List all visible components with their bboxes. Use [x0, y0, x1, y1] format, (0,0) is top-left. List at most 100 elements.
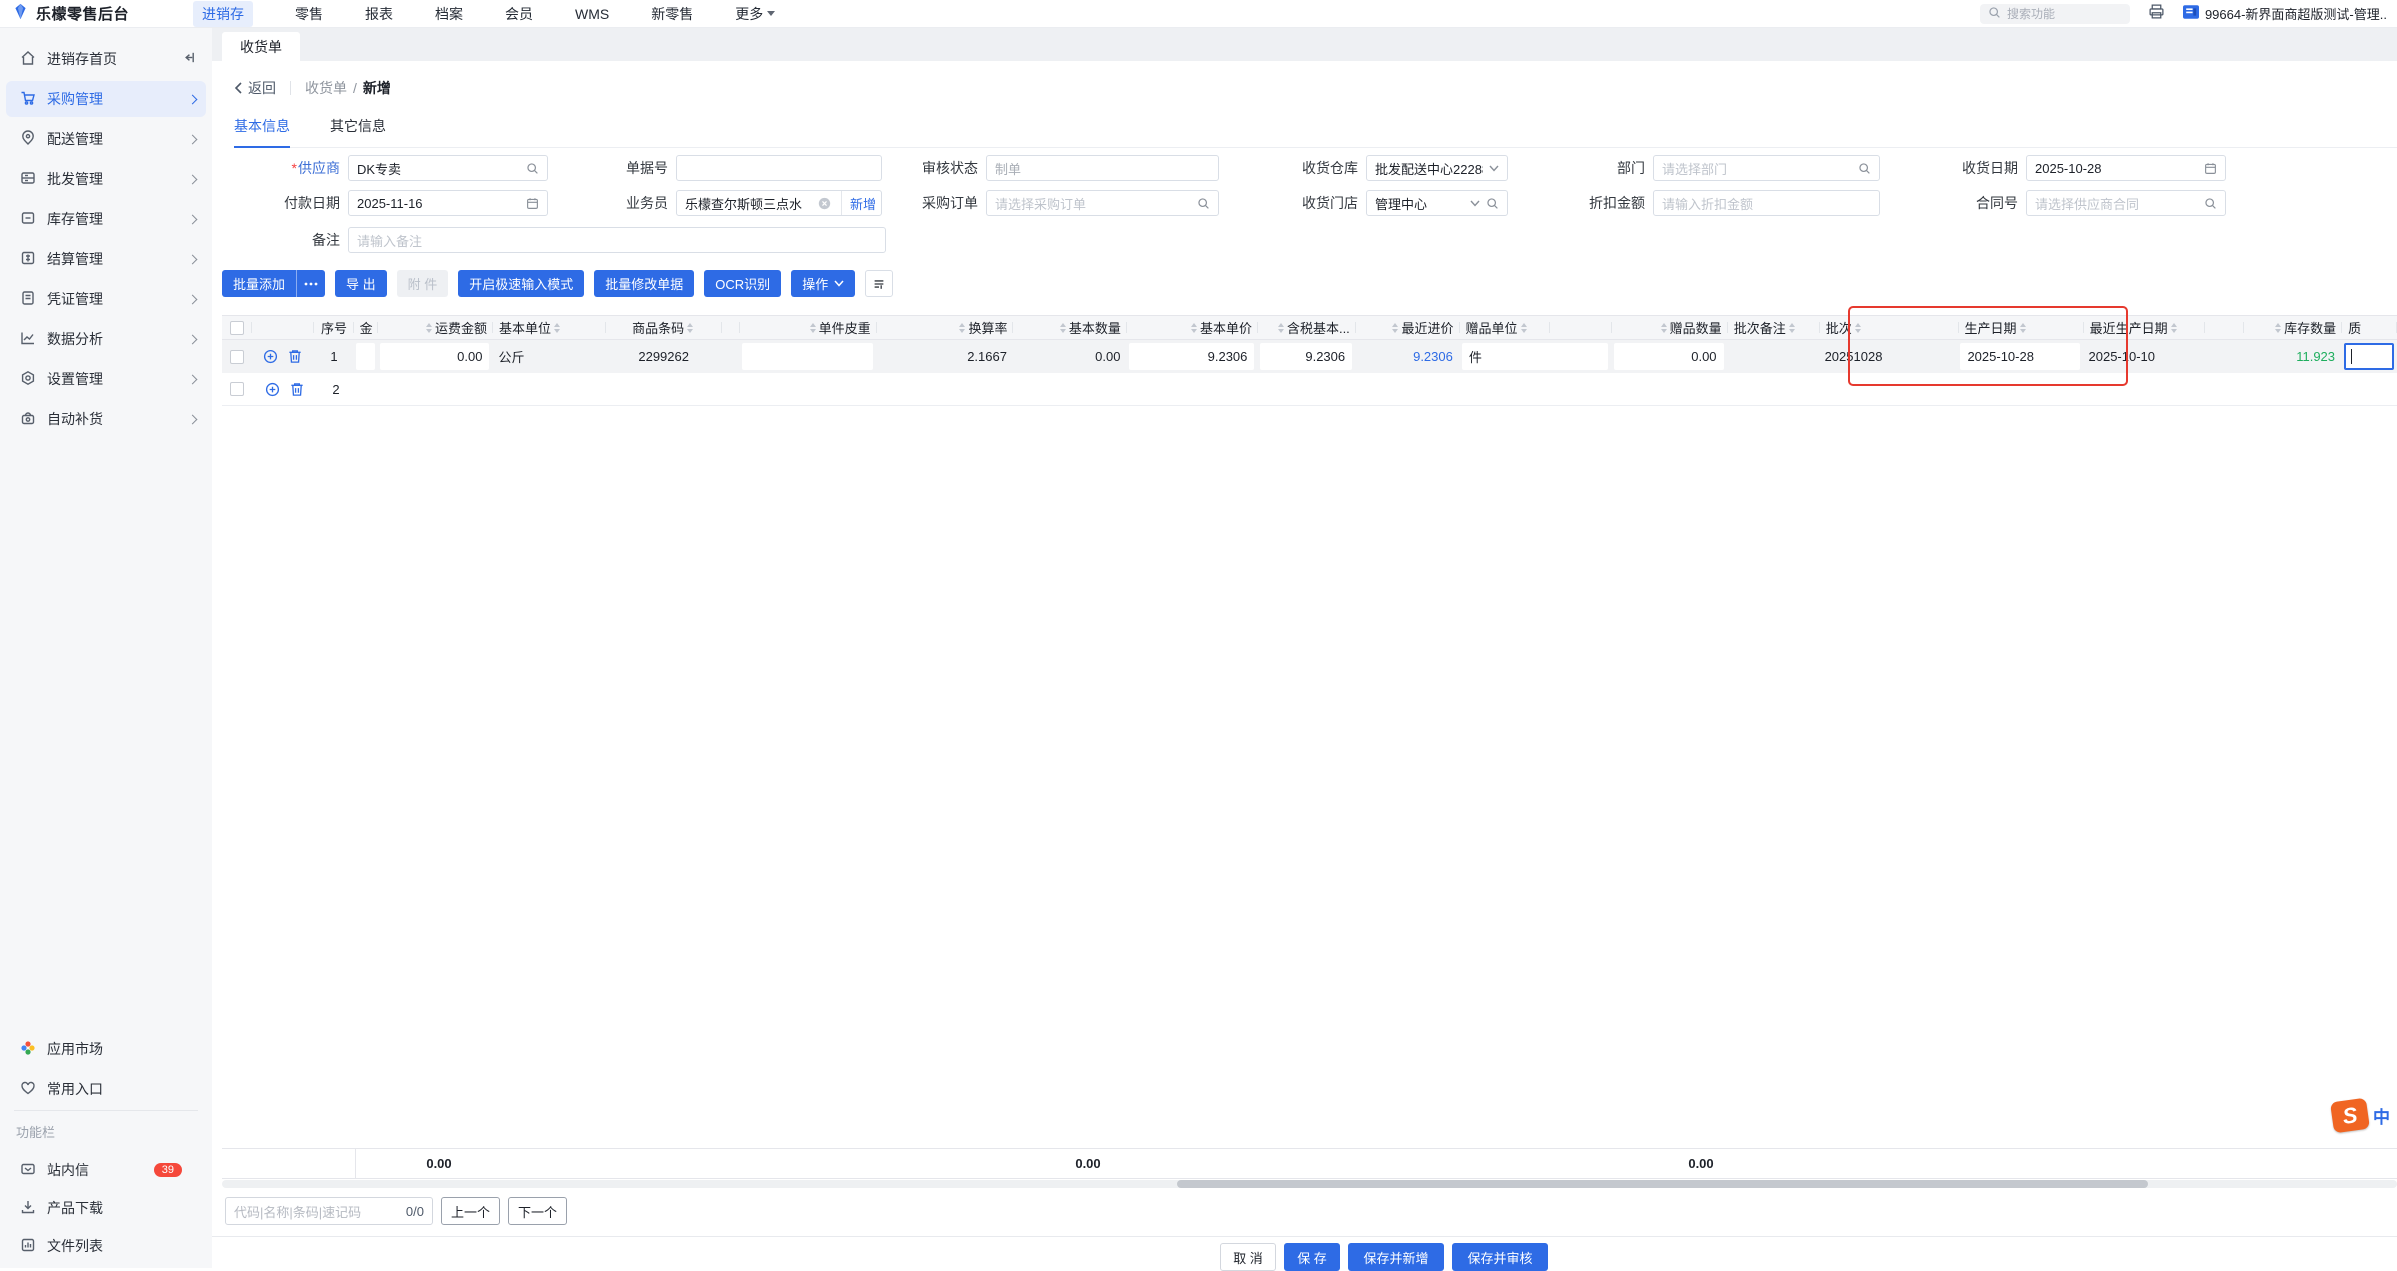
add-row-icon[interactable]: [263, 349, 278, 364]
purchase-order-input[interactable]: 请选择采购订单: [986, 190, 1219, 216]
header-prod-date[interactable]: 生产日期: [1959, 316, 2084, 339]
department-input[interactable]: 请选择部门: [1653, 155, 1880, 181]
sidebar-item-delivery[interactable]: 配送管理: [6, 121, 206, 157]
nav-item-xinlingshou[interactable]: 新零售: [651, 4, 693, 24]
salesman-add-link[interactable]: 新增: [850, 194, 876, 213]
header-base-unit[interactable]: 基本单位: [493, 316, 606, 339]
tab-basic-info[interactable]: 基本信息: [234, 116, 290, 148]
export-button[interactable]: 导 出: [335, 270, 387, 297]
delete-row-icon[interactable]: [288, 349, 302, 364]
header-last-prod-date[interactable]: 最近生产日期: [2084, 316, 2205, 339]
header-batch[interactable]: 批次: [1820, 316, 1959, 339]
sidebar-item-app-market[interactable]: 应用市场: [6, 1031, 206, 1067]
sidebar-item-settlement[interactable]: 结算管理: [6, 241, 206, 277]
sidebar-item-favorites[interactable]: 常用入口: [6, 1071, 206, 1107]
receive-date-input[interactable]: 2025-10-28: [2026, 155, 2226, 181]
header-tare[interactable]: 单件皮重: [740, 316, 877, 339]
sidebar-item-wholesale[interactable]: 批发管理: [6, 161, 206, 197]
select-all-checkbox[interactable]: [230, 321, 244, 335]
tab-other-info[interactable]: 其它信息: [330, 116, 386, 147]
supplier-input[interactable]: DK专卖: [348, 155, 548, 181]
cell-last-price-link[interactable]: 9.2306: [1413, 349, 1453, 364]
warehouse-select[interactable]: 批发配送中心222888: [1366, 155, 1508, 181]
sidebar-item-product-download[interactable]: 产品下载: [6, 1190, 206, 1226]
nav-item-more[interactable]: 更多: [735, 4, 775, 24]
sidebar-item-purchase[interactable]: 采购管理: [6, 81, 206, 117]
store-select[interactable]: 管理中心: [1366, 190, 1508, 216]
sidebar-item-file-list[interactable]: 文件列表: [6, 1228, 206, 1264]
sidebar-item-voucher[interactable]: 凭证管理: [6, 281, 206, 317]
column-settings-button[interactable]: [865, 270, 893, 297]
previous-button[interactable]: 上一个: [441, 1197, 500, 1225]
header-last-price[interactable]: 最近进价: [1356, 316, 1460, 339]
ocr-button[interactable]: OCR识别: [704, 270, 781, 297]
header-barcode[interactable]: 商品条码: [606, 316, 721, 339]
nav-item-dangan[interactable]: 档案: [435, 4, 463, 24]
back-button[interactable]: 返回: [234, 78, 276, 98]
ime-indicator[interactable]: S 中: [2332, 1100, 2390, 1131]
printer-icon[interactable]: [2148, 3, 2165, 25]
nav-item-wms[interactable]: WMS: [575, 6, 609, 22]
cell-jin-input[interactable]: [356, 343, 376, 370]
cell-prod-date-input[interactable]: 2025-10-28: [1960, 343, 2079, 370]
sidebar-item-settings[interactable]: 设置管理: [6, 361, 206, 397]
header-gift-unit[interactable]: 赠品单位: [1460, 316, 1550, 339]
header-base-price[interactable]: 基本单价: [1127, 316, 1258, 339]
cell-base-price-input[interactable]: 9.2306: [1129, 343, 1254, 370]
global-search-input[interactable]: 搜索功能: [1980, 4, 2130, 24]
batch-add-more-button[interactable]: [296, 270, 325, 297]
tab-receipt-order[interactable]: 收货单: [222, 32, 300, 61]
quick-locate-input[interactable]: 代码|名称|条码|速记码 0/0: [225, 1197, 433, 1225]
scrollbar-thumb[interactable]: [1177, 1180, 2148, 1188]
clear-icon[interactable]: [818, 197, 831, 210]
attachment-button[interactable]: 附 件: [397, 270, 449, 297]
sidebar-item-home[interactable]: 进销存首页: [6, 41, 206, 77]
sidebar-item-messages[interactable]: 站内信 39: [6, 1152, 206, 1188]
sidebar-item-inventory[interactable]: 库存管理: [6, 201, 206, 237]
save-button[interactable]: 保 存: [1284, 1243, 1340, 1271]
cell-batch-note[interactable]: [1727, 340, 1819, 373]
header-batch-note[interactable]: 批次备注: [1728, 316, 1820, 339]
delete-row-icon[interactable]: [290, 382, 304, 397]
cell-freight-input[interactable]: 0.00: [380, 343, 489, 370]
sidebar-item-replenish[interactable]: 自动补货: [6, 401, 206, 437]
discount-input[interactable]: 请输入折扣金额: [1653, 190, 1880, 216]
cell-gift-qty-input[interactable]: 0.00: [1614, 343, 1723, 370]
sidebar-item-analytics[interactable]: 数据分析: [6, 321, 206, 357]
salesman-input[interactable]: 乐檬查尔斯顿三点水 新增: [676, 190, 882, 216]
nav-item-baobiao[interactable]: 报表: [365, 4, 393, 24]
cell-tax-base-input[interactable]: 9.2306: [1260, 343, 1352, 370]
nav-item-huiyuan[interactable]: 会员: [505, 4, 533, 24]
speed-input-mode-button[interactable]: 开启极速输入模式: [458, 270, 584, 297]
header-tax-base[interactable]: 含税基本...: [1258, 316, 1356, 339]
batch-edit-button[interactable]: 批量修改单据: [594, 270, 694, 297]
remark-input[interactable]: 请输入备注: [348, 227, 886, 253]
collapse-sidebar-icon[interactable]: [181, 50, 196, 68]
header-freight[interactable]: 运费金额: [378, 316, 493, 339]
actions-dropdown-button[interactable]: 操作: [791, 270, 855, 297]
account-switcher[interactable]: 99664-新界面商超版测试-管理..: [2183, 4, 2387, 23]
row-checkbox[interactable]: [230, 350, 244, 364]
next-button[interactable]: 下一个: [508, 1197, 567, 1225]
contract-input[interactable]: 请选择供应商合同: [2026, 190, 2226, 216]
batch-add-button[interactable]: 批量添加: [222, 270, 296, 297]
header-gift-qty[interactable]: 赠品数量: [1612, 316, 1727, 339]
add-row-icon[interactable]: [265, 382, 280, 397]
cancel-button[interactable]: 取 消: [1220, 1243, 1276, 1271]
cell-gift-unit-input[interactable]: 件: [1462, 343, 1608, 370]
header-stock-qty[interactable]: 库存数量: [2244, 316, 2342, 339]
nav-item-lingshou[interactable]: 零售: [295, 4, 323, 24]
header-conv-rate[interactable]: 换算率: [877, 316, 1014, 339]
save-and-new-button[interactable]: 保存并新增: [1348, 1243, 1444, 1271]
nav-item-jinxiaocun[interactable]: 进销存: [193, 1, 253, 27]
save-and-audit-button[interactable]: 保存并审核: [1452, 1243, 1548, 1271]
pay-date-input[interactable]: 2025-11-16: [348, 190, 548, 216]
header-select-all[interactable]: [222, 316, 252, 339]
header-base-qty[interactable]: 基本数量: [1013, 316, 1126, 339]
cell-tare-input[interactable]: [742, 343, 873, 370]
cell-batch[interactable]: 20251028: [1819, 340, 1958, 373]
horizontal-scrollbar[interactable]: [222, 1180, 2397, 1188]
cell-quality-input-focused[interactable]: [2344, 343, 2394, 370]
doc-no-input[interactable]: [676, 155, 882, 181]
row-checkbox[interactable]: [230, 382, 244, 396]
